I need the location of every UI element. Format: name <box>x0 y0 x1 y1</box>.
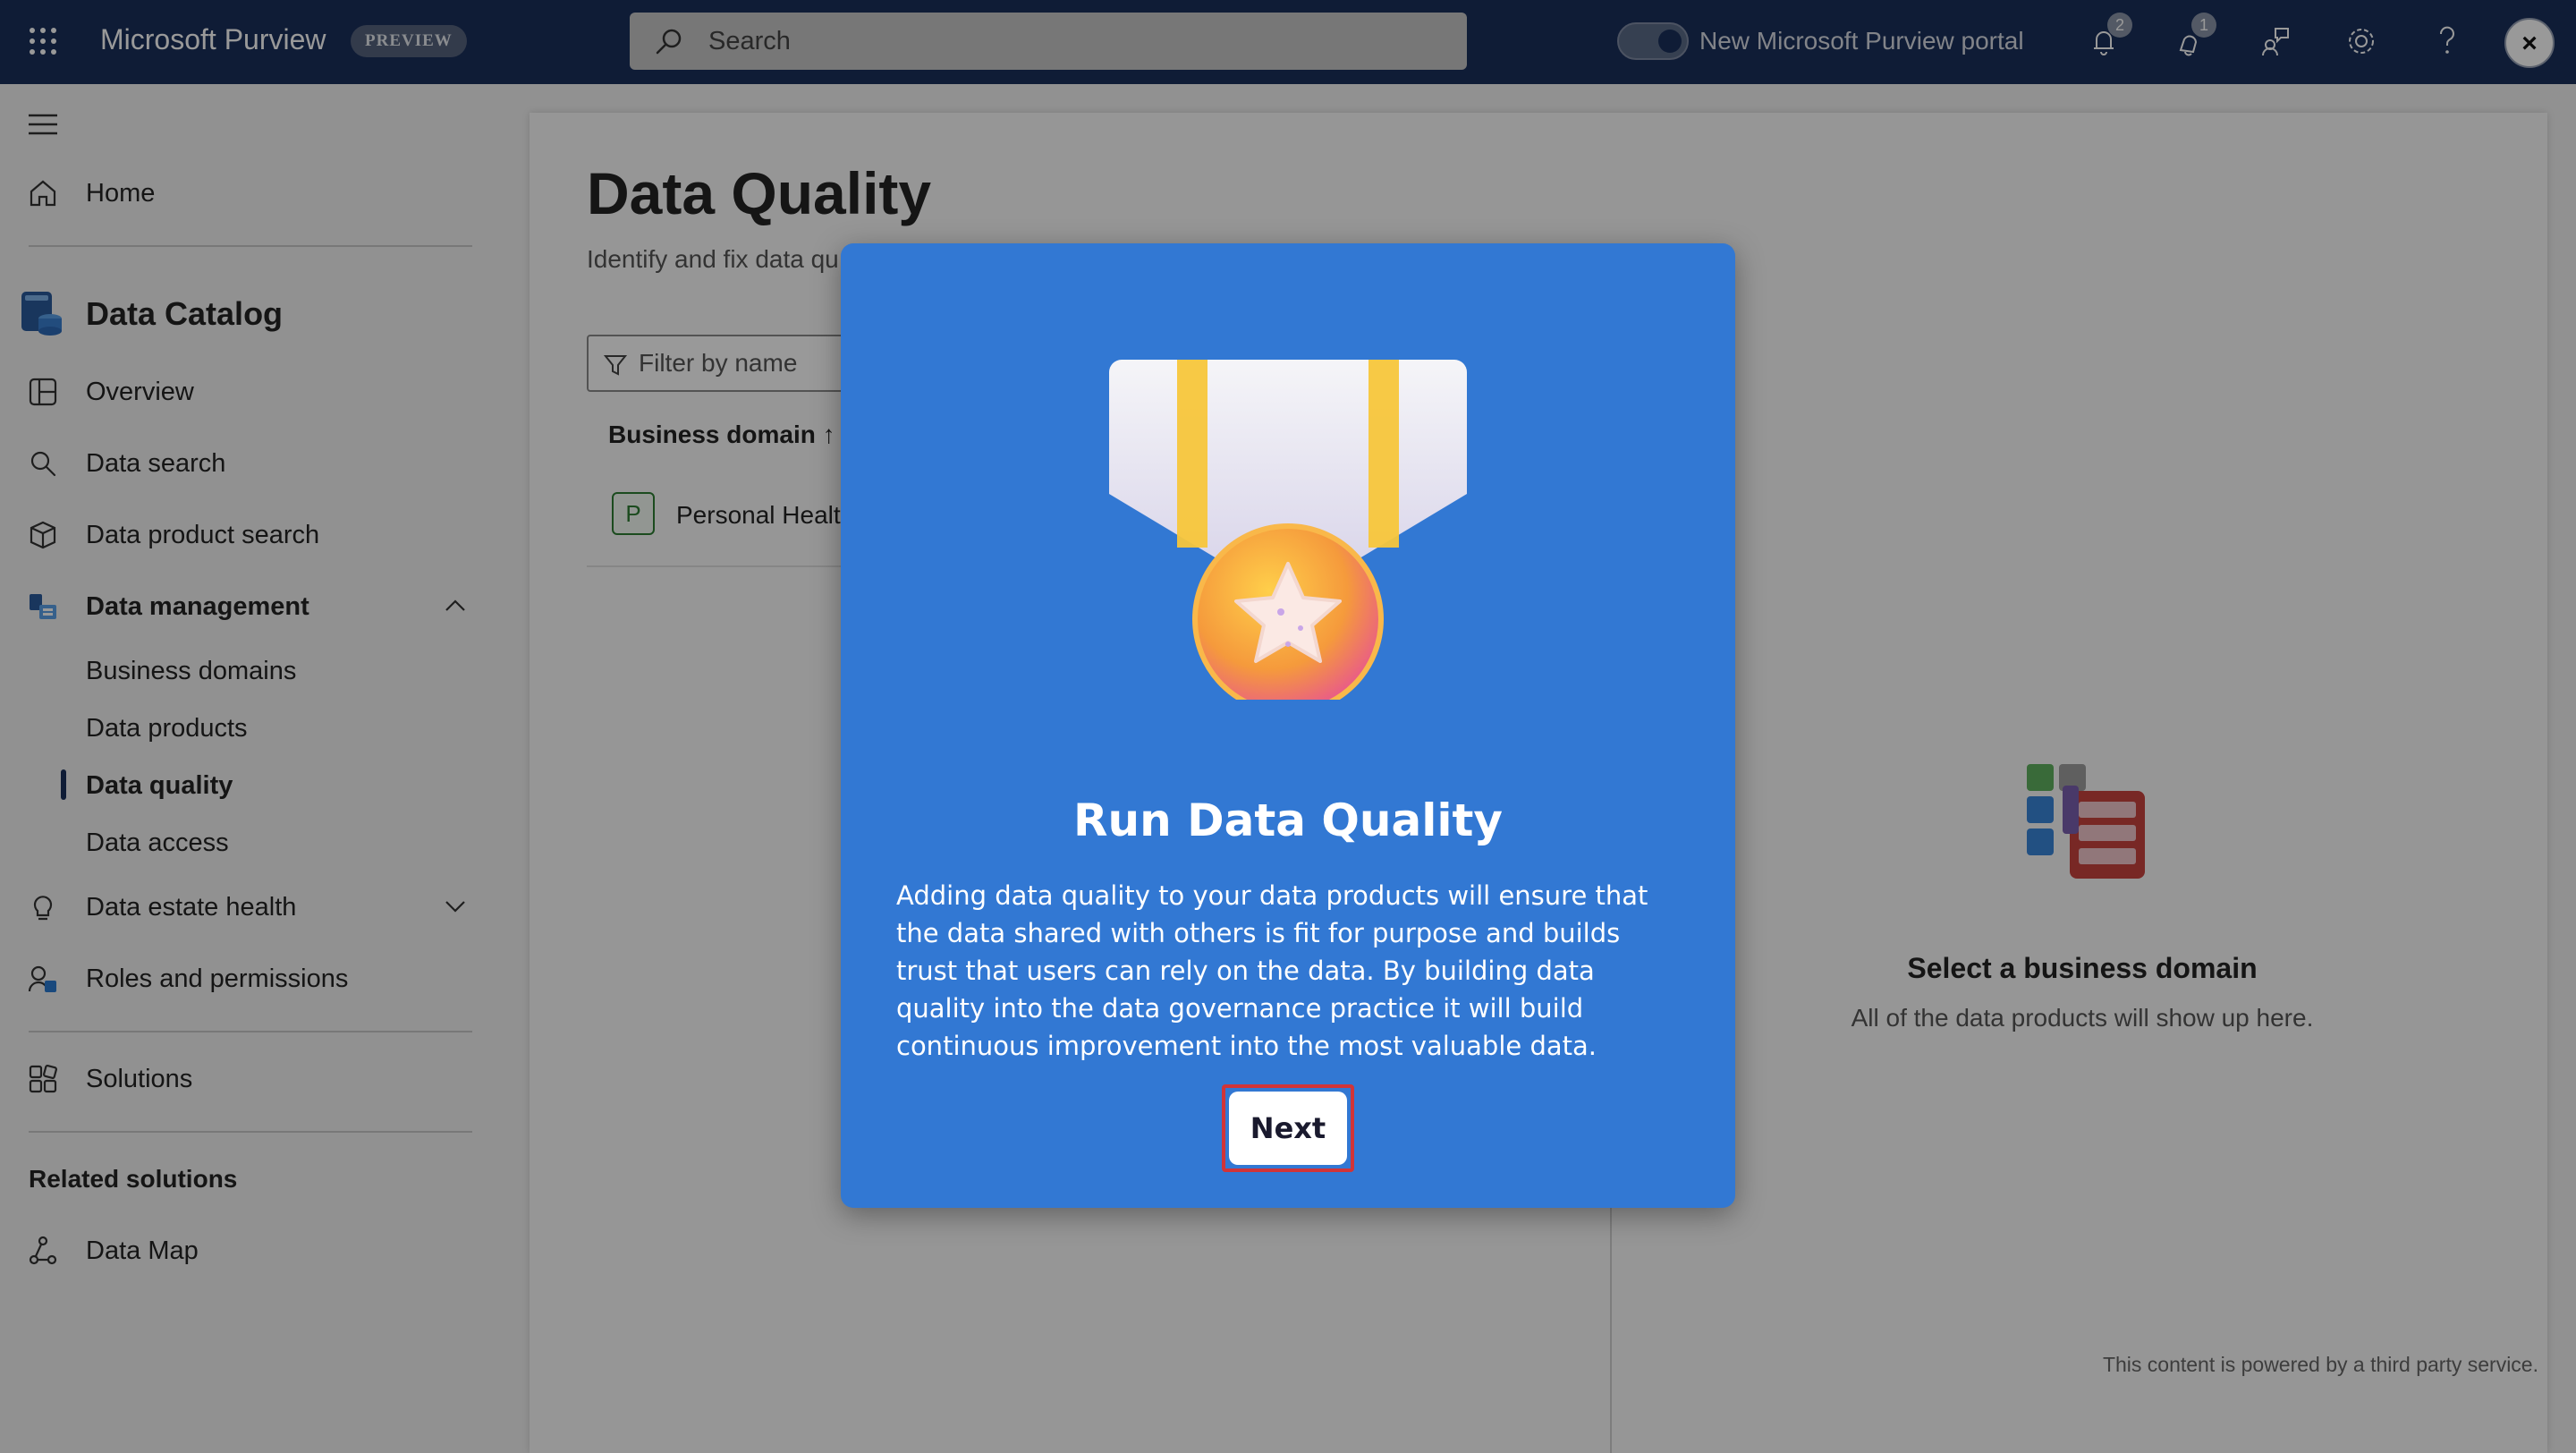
medal-icon <box>1109 360 1467 700</box>
next-button-highlight: Next <box>1222 1084 1354 1172</box>
next-button[interactable]: Next <box>1229 1092 1347 1165</box>
dialog-body: Adding data quality to your data product… <box>896 880 1648 1061</box>
run-data-quality-dialog: Run Data Quality Adding data quality to … <box>841 243 1735 1208</box>
dialog-title: Run Data Quality <box>1072 794 1503 846</box>
